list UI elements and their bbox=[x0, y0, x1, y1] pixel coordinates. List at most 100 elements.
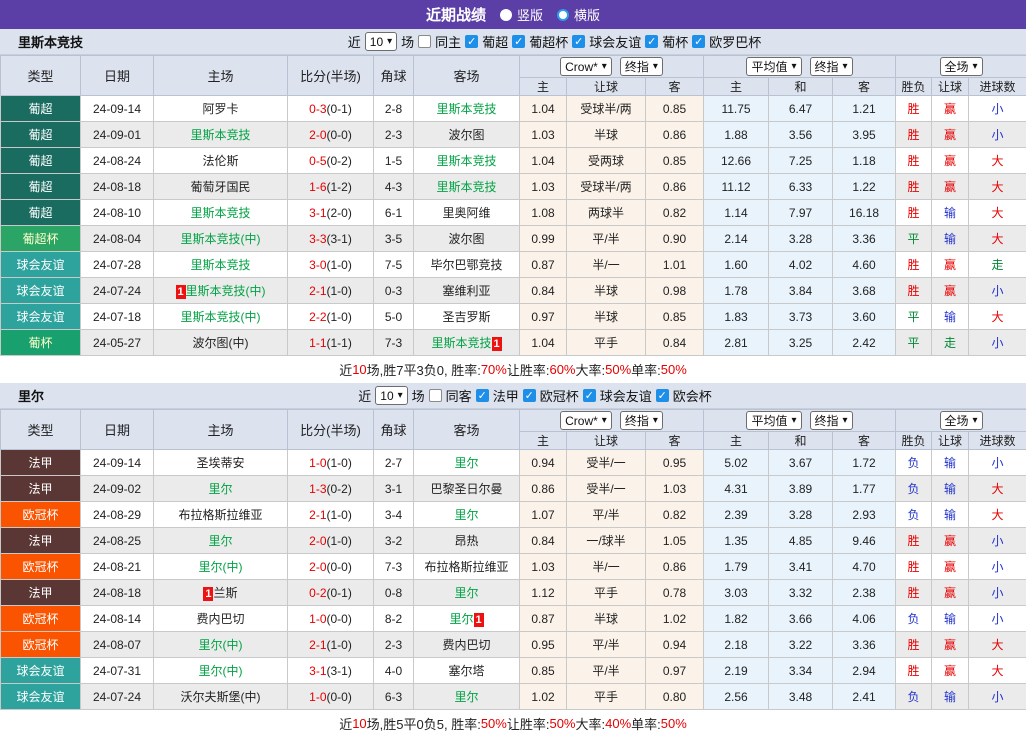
result-handicap: 赢 bbox=[932, 96, 969, 122]
odds-home: 0.87 bbox=[520, 606, 567, 632]
odds-away: 0.84 bbox=[646, 330, 704, 356]
league-checkbox[interactable]: ✓ bbox=[512, 35, 525, 48]
team-link: 塞维利亚 bbox=[442, 284, 490, 298]
league-checkbox[interactable]: ✓ bbox=[476, 389, 489, 402]
result-handicap: 输 bbox=[932, 226, 969, 252]
team-link: 里斯本竞技 bbox=[436, 154, 496, 168]
halftime-score: (1-0) bbox=[327, 534, 352, 548]
avg-draw: 6.47 bbox=[769, 96, 833, 122]
match-date: 24-08-24 bbox=[81, 148, 154, 174]
avg-select[interactable]: 平均值▾ bbox=[746, 411, 801, 430]
odds-stage-select[interactable]: 终指▾ bbox=[620, 57, 663, 76]
league-checkbox[interactable]: ✓ bbox=[656, 389, 669, 402]
league-label[interactable]: 葡杯 bbox=[662, 32, 688, 51]
league-label[interactable]: 法甲 bbox=[493, 386, 519, 405]
match-count-select[interactable]: 10▾ bbox=[365, 32, 397, 51]
sub-handicap-result: 让球 bbox=[932, 78, 969, 96]
match-date: 24-08-14 bbox=[81, 606, 154, 632]
same-venue-label[interactable]: 同主 bbox=[435, 32, 461, 51]
col-date: 日期 bbox=[81, 410, 154, 450]
match-count-select[interactable]: 10▾ bbox=[375, 386, 407, 405]
bookmaker-select[interactable]: Crow*▾ bbox=[560, 57, 612, 76]
avg-stage-select[interactable]: 终指▾ bbox=[810, 57, 853, 76]
team-link: 里奥阿维 bbox=[442, 206, 490, 220]
fulltime-score: 0-5 bbox=[309, 154, 326, 168]
league-label[interactable]: 球会友谊 bbox=[600, 386, 652, 405]
avg-draw: 3.28 bbox=[769, 502, 833, 528]
league-label[interactable]: 球会友谊 bbox=[589, 32, 641, 51]
team-link: 里斯本竞技 bbox=[190, 206, 250, 220]
score-cell: 0-3(0-1) bbox=[288, 96, 374, 122]
fulltime-score: 1-0 bbox=[309, 690, 326, 704]
filter-controls: 近10▾场同主✓葡超✓葡超杯✓球会友谊✓葡杯✓欧罗巴杯 bbox=[348, 32, 762, 51]
score-cell: 2-0(0-0) bbox=[288, 554, 374, 580]
odds-away: 0.82 bbox=[646, 502, 704, 528]
home-team-cell: 费内巴切 bbox=[154, 606, 288, 632]
avg-home: 2.14 bbox=[704, 226, 769, 252]
odds-handicap: 受两球 bbox=[567, 148, 646, 174]
same-venue-label[interactable]: 同客 bbox=[446, 386, 472, 405]
league-checkbox[interactable]: ✓ bbox=[465, 35, 478, 48]
avg-stage-select[interactable]: 终指▾ bbox=[810, 411, 853, 430]
col-away: 客场 bbox=[414, 56, 520, 96]
fulltime-score: 2-1 bbox=[309, 638, 326, 652]
avg-select[interactable]: 平均值▾ bbox=[746, 57, 801, 76]
league-label[interactable]: 欧冠杯 bbox=[540, 386, 579, 405]
avg-away: 4.70 bbox=[833, 554, 896, 580]
home-team-cell: 里斯本竞技(中) bbox=[154, 226, 288, 252]
league-type-cell: 欧冠杯 bbox=[1, 502, 81, 528]
league-checkbox[interactable]: ✓ bbox=[583, 389, 596, 402]
sub-goals-result: 进球数 bbox=[969, 432, 1026, 450]
odds-away: 0.78 bbox=[646, 580, 704, 606]
league-label[interactable]: 欧罗巴杯 bbox=[709, 32, 761, 51]
match-row: 球会友谊24-07-18里斯本竞技(中)2-2(1-0)5-0圣吉罗斯0.97半… bbox=[1, 304, 1026, 330]
summary-segment: 60% bbox=[549, 362, 575, 377]
chevron-down-icon: ▾ bbox=[653, 416, 658, 426]
layout-radio-horizontal[interactable]: 横版 bbox=[557, 5, 600, 24]
league-checkbox[interactable]: ✓ bbox=[692, 35, 705, 48]
same-venue-checkbox[interactable] bbox=[418, 35, 431, 48]
scope-select[interactable]: 全场▾ bbox=[940, 57, 983, 76]
odds-handicap: 半/一 bbox=[567, 554, 646, 580]
team-link: 圣吉罗斯 bbox=[442, 310, 490, 324]
league-label[interactable]: 葡超杯 bbox=[529, 32, 568, 51]
results-table: 类型 日期 主场 比分(半场) 角球 客场 Crow*▾ 终指▾ 平均值 bbox=[0, 55, 1026, 356]
fulltime-score: 1-0 bbox=[309, 612, 326, 626]
odds-stage-select[interactable]: 终指▾ bbox=[620, 411, 663, 430]
league-label[interactable]: 葡超 bbox=[482, 32, 508, 51]
result-handicap: 赢 bbox=[932, 148, 969, 174]
radio-selected-icon[interactable] bbox=[500, 9, 512, 21]
team-link: 里尔 bbox=[208, 482, 232, 496]
corner-count: 2-3 bbox=[374, 632, 414, 658]
bookmaker-select[interactable]: Crow*▾ bbox=[560, 411, 612, 430]
odds-handicap: 平手 bbox=[567, 684, 646, 710]
score-cell: 3-1(2-0) bbox=[288, 200, 374, 226]
odds-handicap: 一/球半 bbox=[567, 528, 646, 554]
layout-radio-vertical[interactable]: 竖版 bbox=[500, 5, 543, 24]
result-handicap: 走 bbox=[932, 330, 969, 356]
scope-select[interactable]: 全场▾ bbox=[940, 411, 983, 430]
radio-unselected-icon[interactable] bbox=[557, 9, 569, 21]
halftime-score: (2-0) bbox=[327, 206, 352, 220]
odds-home: 1.03 bbox=[520, 122, 567, 148]
halftime-score: (1-0) bbox=[327, 638, 352, 652]
odds-home: 0.87 bbox=[520, 252, 567, 278]
avg-draw: 3.32 bbox=[769, 580, 833, 606]
away-team-cell: 里尔 bbox=[414, 450, 520, 476]
league-label[interactable]: 欧会杯 bbox=[673, 386, 712, 405]
avg-away: 4.06 bbox=[833, 606, 896, 632]
avg-draw: 3.56 bbox=[769, 122, 833, 148]
team-link: 里尔 bbox=[454, 456, 478, 470]
league-checkbox[interactable]: ✓ bbox=[523, 389, 536, 402]
result-outcome: 胜 bbox=[896, 278, 932, 304]
match-row: 葡超24-09-01里斯本竞技2-0(0-0)2-3波尔图1.03半球0.861… bbox=[1, 122, 1026, 148]
league-checkbox[interactable]: ✓ bbox=[645, 35, 658, 48]
league-checkbox[interactable]: ✓ bbox=[572, 35, 585, 48]
home-team-cell: 布拉格斯拉维亚 bbox=[154, 502, 288, 528]
home-team-cell: 里斯本竞技 bbox=[154, 252, 288, 278]
avg-draw: 3.66 bbox=[769, 606, 833, 632]
home-team-cell: 波尔图(中) bbox=[154, 330, 288, 356]
sub-avg-draw: 和 bbox=[769, 78, 833, 96]
same-venue-checkbox[interactable] bbox=[429, 389, 442, 402]
match-row: 球会友谊24-07-241里斯本竞技(中)2-1(1-0)0-3塞维利亚0.84… bbox=[1, 278, 1026, 304]
